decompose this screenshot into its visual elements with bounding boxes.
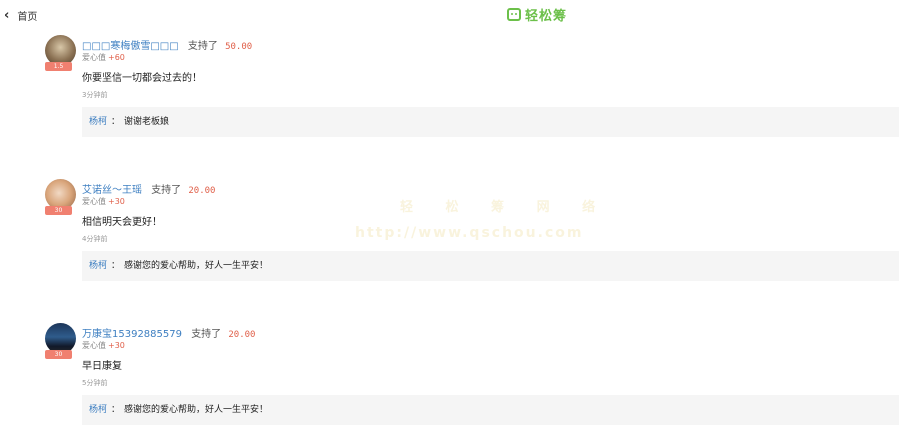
app-logo: 轻松筹 [507, 5, 567, 24]
love-label: 爱心值 [82, 53, 106, 62]
support-amount: 20.00 [228, 330, 256, 340]
reply-separator: ： [111, 261, 121, 271]
support-label: 支持了 [191, 329, 222, 340]
heart-badge: 30 [45, 350, 72, 359]
love-value-row: 爱心值 +30 [82, 196, 125, 207]
reply-text: 感谢您的爱心帮助，好人一生平安！ [124, 405, 269, 415]
reply-box: 杨柯 ：谢谢老板娘 [82, 107, 899, 137]
reply-separator: ： [111, 405, 121, 415]
comment-time: 3分钟前 [82, 91, 108, 99]
reply-text: 感谢您的爱心帮助，好人一生平安！ [124, 261, 269, 271]
support-label: 支持了 [151, 185, 182, 196]
chevron-left-icon: ‹ [4, 8, 10, 23]
watermark-line1: 轻 松 筹 网 络 [400, 200, 610, 215]
back-label: 首页 [17, 12, 38, 23]
donor-name[interactable]: 艾诺丝～王瑶 [82, 185, 142, 196]
comment-header: □□□寒梅傲雪□□□ 支持了 50.00 [82, 37, 252, 52]
back-button[interactable]: ‹ 首页 [4, 8, 37, 23]
heart-badge: 1.5 [45, 62, 72, 71]
top-bar: ‹ 首页 轻松筹 [0, 0, 899, 30]
support-amount: 20.00 [188, 186, 216, 196]
reply-box: 杨柯 ：感谢您的爱心帮助，好人一生平安！ [82, 395, 899, 425]
reply-author[interactable]: 杨柯 [89, 261, 107, 271]
logo-face-icon [507, 8, 521, 21]
reply-author[interactable]: 杨柯 [89, 405, 107, 415]
watermark-line2: http://www.qschou.com [355, 225, 584, 241]
support-label: 支持了 [187, 41, 218, 52]
comment-header: 艾诺丝～王瑶 支持了 20.00 [82, 181, 215, 196]
love-value: +30 [108, 197, 125, 206]
love-value-row: 爱心值 +30 [82, 340, 125, 351]
heart-badge: 30 [45, 206, 72, 215]
donor-name[interactable]: 万康宝15392885579 [82, 329, 182, 340]
love-value: +60 [108, 53, 125, 62]
love-value: +30 [108, 341, 125, 350]
comment-message: 相信明天会更好！ [82, 217, 162, 228]
comment-message: 你要坚信一切都会过去的！ [82, 73, 202, 84]
love-label: 爱心值 [82, 197, 106, 206]
donor-name[interactable]: □□□寒梅傲雪□□□ [82, 41, 179, 52]
comment-header: 万康宝15392885579 支持了 20.00 [82, 325, 255, 340]
reply-text: 谢谢老板娘 [124, 117, 170, 127]
support-amount: 50.00 [225, 42, 253, 52]
comment-message: 早日康复 [82, 361, 122, 372]
comment-time: 5分钟前 [82, 379, 108, 387]
love-value-row: 爱心值 +60 [82, 52, 125, 63]
love-label: 爱心值 [82, 341, 106, 350]
watermark: 轻 松 筹 网 络 http://www.qschou.com [355, 196, 609, 241]
comment-time: 4分钟前 [82, 235, 108, 243]
reply-box: 杨柯 ：感谢您的爱心帮助，好人一生平安！ [82, 251, 899, 281]
reply-separator: ： [111, 117, 121, 127]
reply-author[interactable]: 杨柯 [89, 117, 107, 127]
logo-text: 轻松筹 [525, 9, 568, 24]
